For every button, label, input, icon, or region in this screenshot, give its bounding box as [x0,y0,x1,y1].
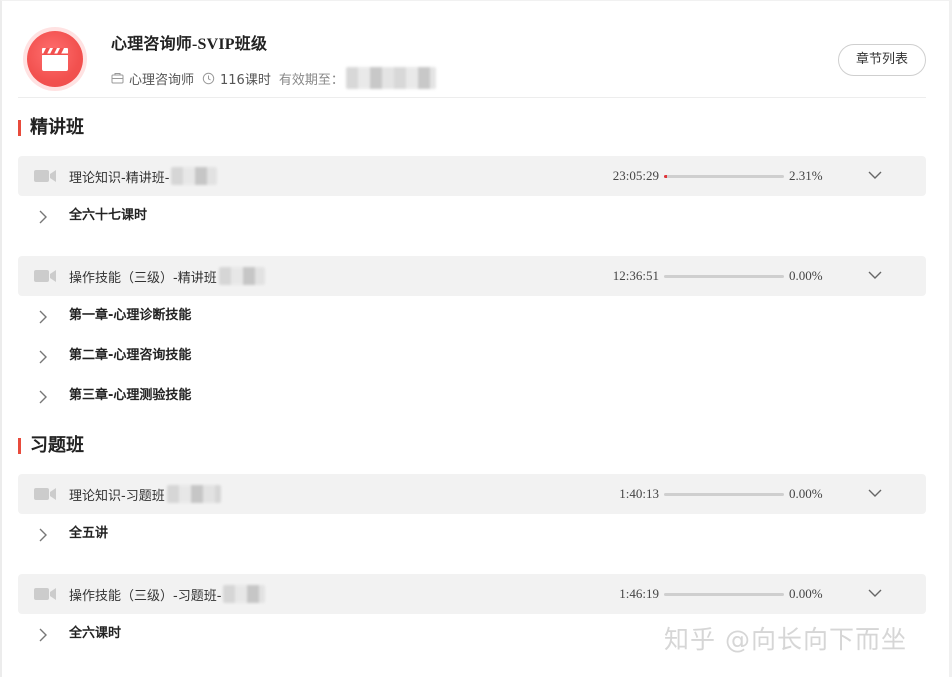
lesson-count: 116课时 [220,72,271,88]
lesson-sub-row[interactable]: 全五讲 [18,514,926,554]
progress-bar [664,175,784,178]
progress-percent: 0.00% [789,486,823,501]
clapperboard-icon [42,48,68,71]
chapter-list-button[interactable]: 章节列表 [838,44,926,76]
lesson-sub-label: 全五讲 [69,526,109,541]
progress-bar [664,275,784,278]
video-camera-icon [34,588,56,600]
course-header: 心理咨询师-SVIP班级 心理咨询师 116课时 有效期至： 章节列表 [0,0,952,98]
course-item-row[interactable]: 理论知识-精讲班- 23:05:29 2.31% [18,156,926,196]
course-item-row[interactable]: 操作技能（三级）-精讲班 12:36:51 0.00% [18,256,926,296]
lesson-sub-label: 第一章-心理诊断技能 [69,308,192,323]
chevron-down-icon[interactable] [868,270,882,280]
section-title-text: 精讲班 [30,117,84,138]
video-camera-icon [34,270,56,282]
progress-percent: 0.00% [789,268,823,283]
redacted-text [223,585,266,603]
lesson-sub-label: 第二章-心理咨询技能 [69,348,192,363]
lesson-sub-row[interactable]: 全六十七课时 [18,196,926,236]
lesson-sub-label: 全六课时 [69,626,122,641]
redacted-text [218,267,265,285]
chevron-right-icon [39,310,47,324]
section-accent-bar [18,438,21,454]
section-title-jingjiang: 精讲班 [18,117,84,139]
header-divider [18,97,926,98]
section-title-text: 习题班 [30,435,84,456]
course-logo [27,31,83,87]
chevron-right-icon [39,210,47,224]
course-item-name: 理论知识-精讲班- [69,167,218,186]
clock-icon [202,72,215,84]
chevron-right-icon [39,390,47,404]
course-item-duration: 12:36:51 [612,268,659,283]
lesson-sub-row[interactable]: 第二章-心理咨询技能 [18,336,926,376]
progress-bar [664,593,784,596]
video-camera-icon [34,488,56,500]
course-category: 心理咨询师 [129,72,195,88]
course-item-row[interactable]: 理论知识-习题班 1:40:13 0.00% [18,474,926,514]
chevron-right-icon [39,350,47,364]
course-meta: 心理咨询师 116课时 有效期至： [111,67,436,89]
lesson-sub-row[interactable]: 第三章-心理测验技能 [18,376,926,416]
chevron-right-icon [39,528,47,542]
course-item-duration: 23:05:29 [612,168,659,183]
course-item-duration: 1:46:19 [619,586,659,601]
expiry-date-redacted [345,67,436,89]
course-item-name: 操作技能（三级）-精讲班 [69,267,265,286]
category-icon [111,72,124,83]
course-item-duration: 1:40:13 [619,486,659,501]
progress-percent: 0.00% [789,586,823,601]
section-title-xiti: 习题班 [18,435,84,457]
watermark-text: 知乎 @向长向下而坐 [664,625,907,654]
course-title: 心理咨询师-SVIP班级 [111,36,268,53]
lesson-sub-label: 全六十七课时 [69,208,148,223]
progress-fill [664,175,667,178]
course-item-name: 操作技能（三级）-习题班- [69,585,266,604]
lesson-sub-row[interactable]: 第一章-心理诊断技能 [18,296,926,336]
chevron-down-icon[interactable] [868,488,882,498]
course-item-row[interactable]: 操作技能（三级）-习题班- 1:46:19 0.00% [18,574,926,614]
progress-percent: 2.31% [789,168,823,183]
expiry-label: 有效期至： [278,72,344,88]
chevron-down-icon[interactable] [868,170,882,180]
redacted-text [166,485,221,503]
chevron-right-icon [39,628,47,642]
redacted-text [171,167,218,185]
progress-bar [664,493,784,496]
lesson-sub-label: 第三章-心理测验技能 [69,388,192,403]
video-camera-icon [34,170,56,182]
section-accent-bar [18,120,21,136]
course-item-name: 理论知识-习题班 [69,485,221,504]
chevron-down-icon[interactable] [868,588,882,598]
